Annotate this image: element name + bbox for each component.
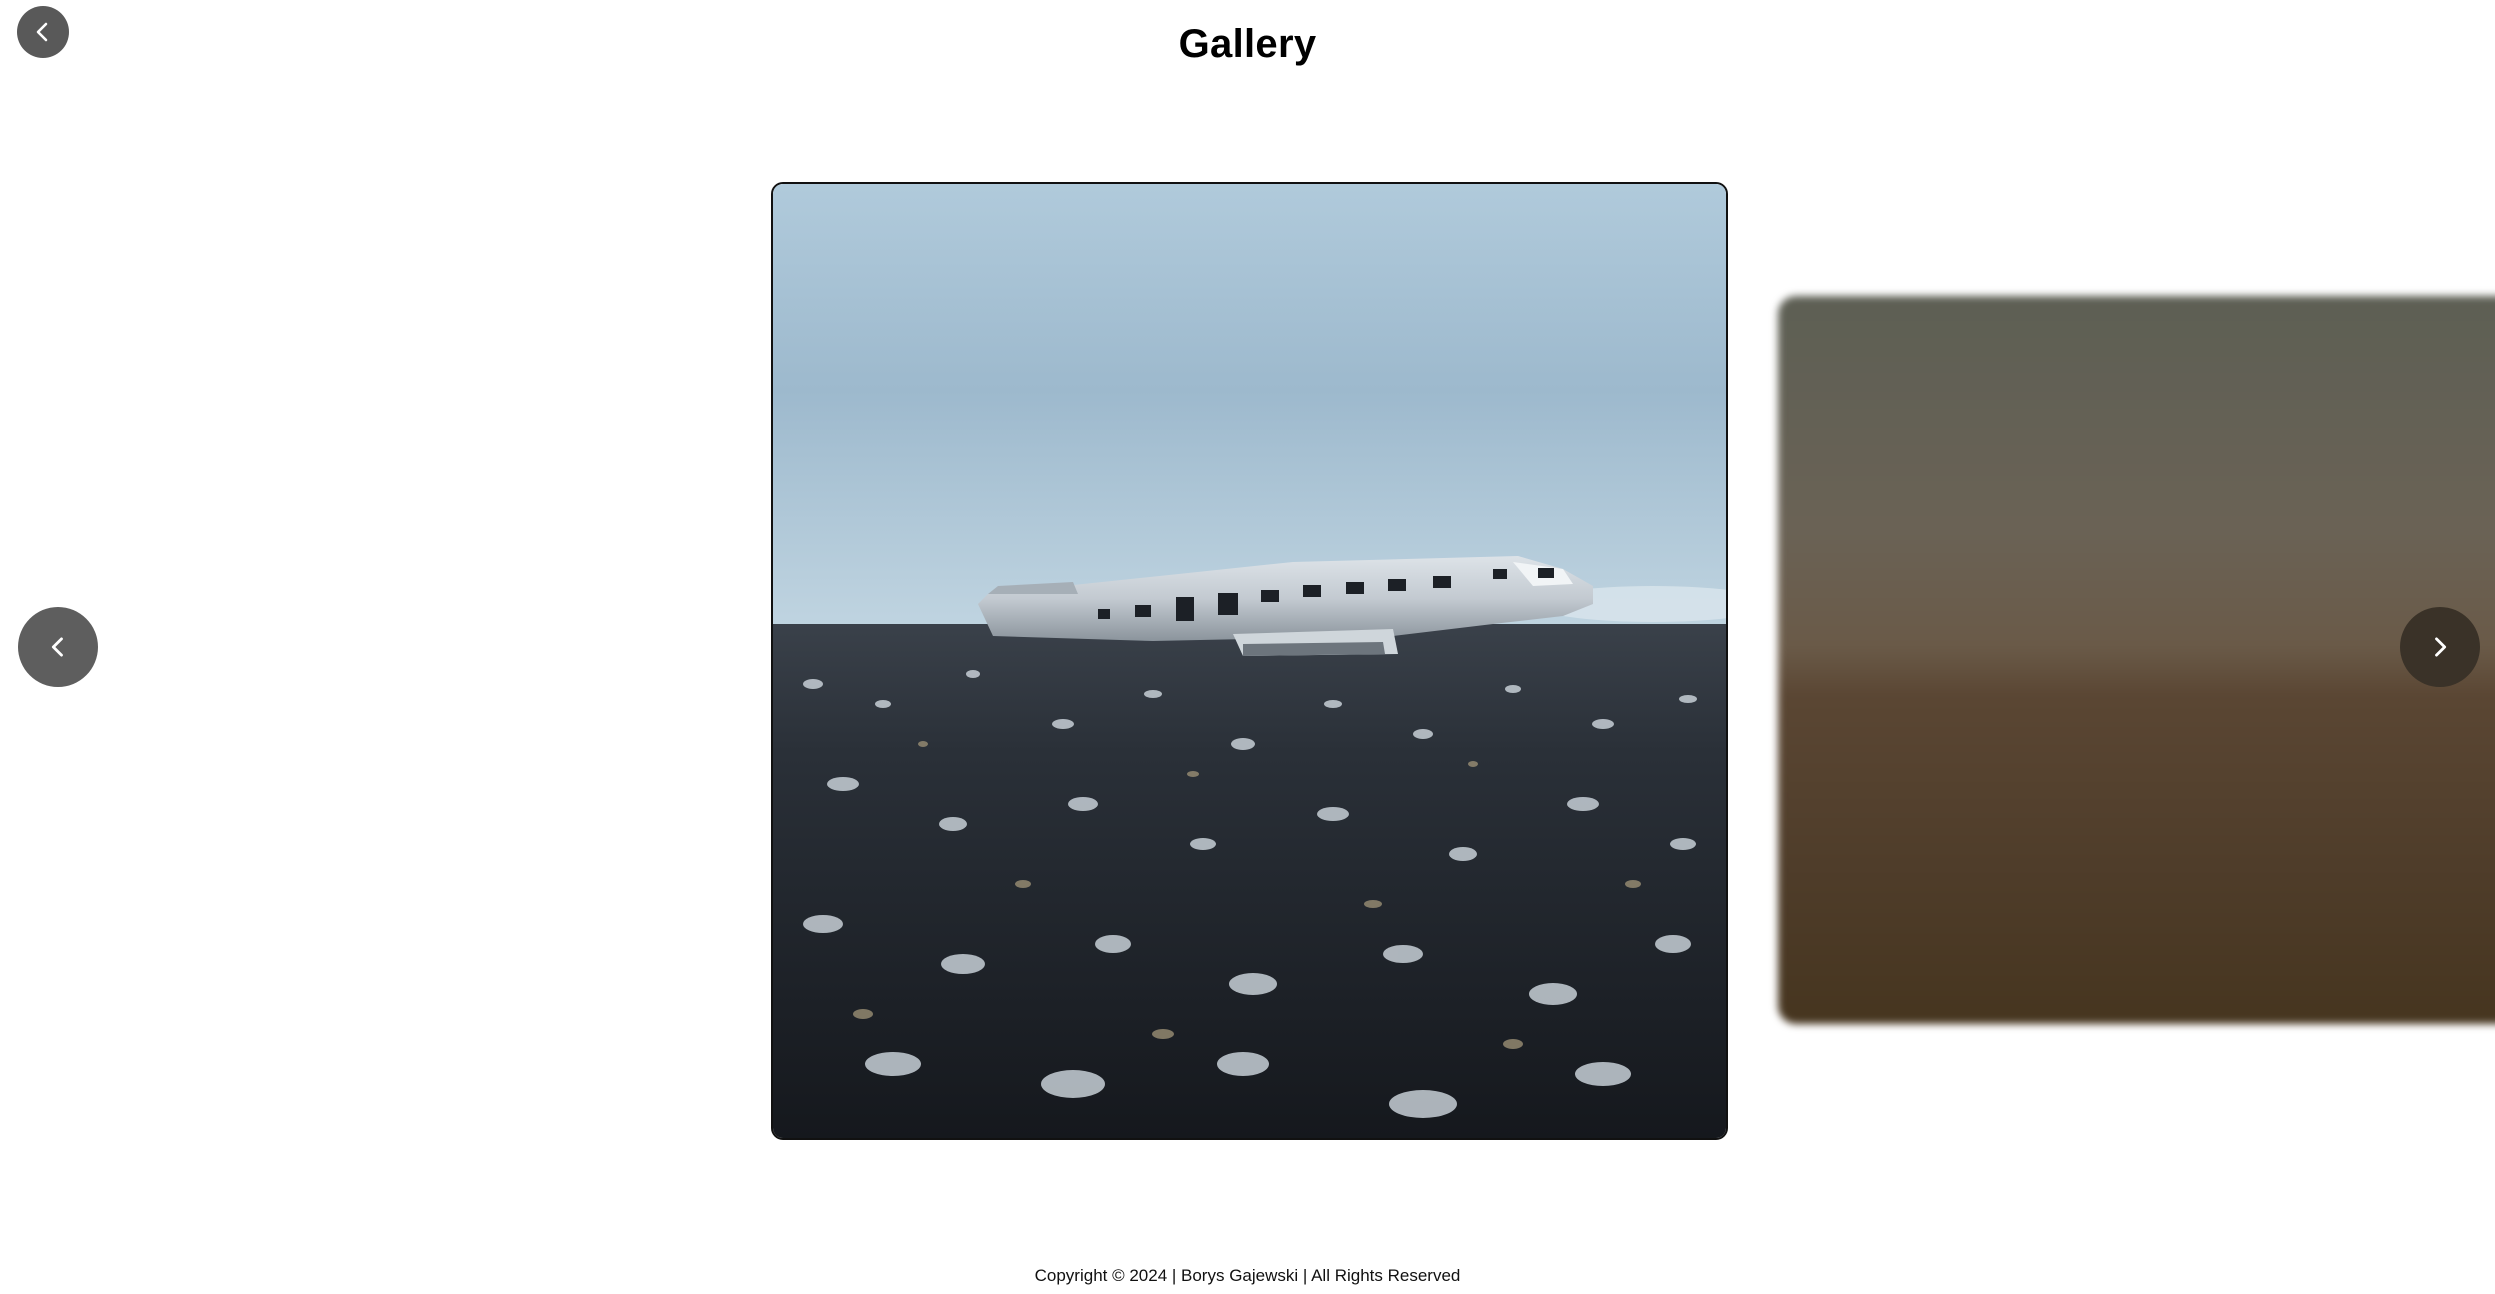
airplane-wreck-photo [773, 184, 1726, 1138]
chevron-left-icon [51, 637, 63, 657]
footer-copyright: Copyright © 2024 | Borys Gajewski | All … [1034, 1266, 1461, 1285]
gallery-image-current[interactable] [771, 182, 1728, 1140]
chevron-right-icon [2435, 637, 2447, 657]
gallery-image-next-preview[interactable] [1778, 296, 2495, 1024]
page-title: Gallery [1178, 22, 1317, 66]
carousel-next-button[interactable] [2400, 607, 2480, 687]
gallery-page: Gallery Copyright © 2024 | Borys Gajewsk… [0, 0, 2495, 1294]
carousel-prev-button[interactable] [18, 607, 98, 687]
